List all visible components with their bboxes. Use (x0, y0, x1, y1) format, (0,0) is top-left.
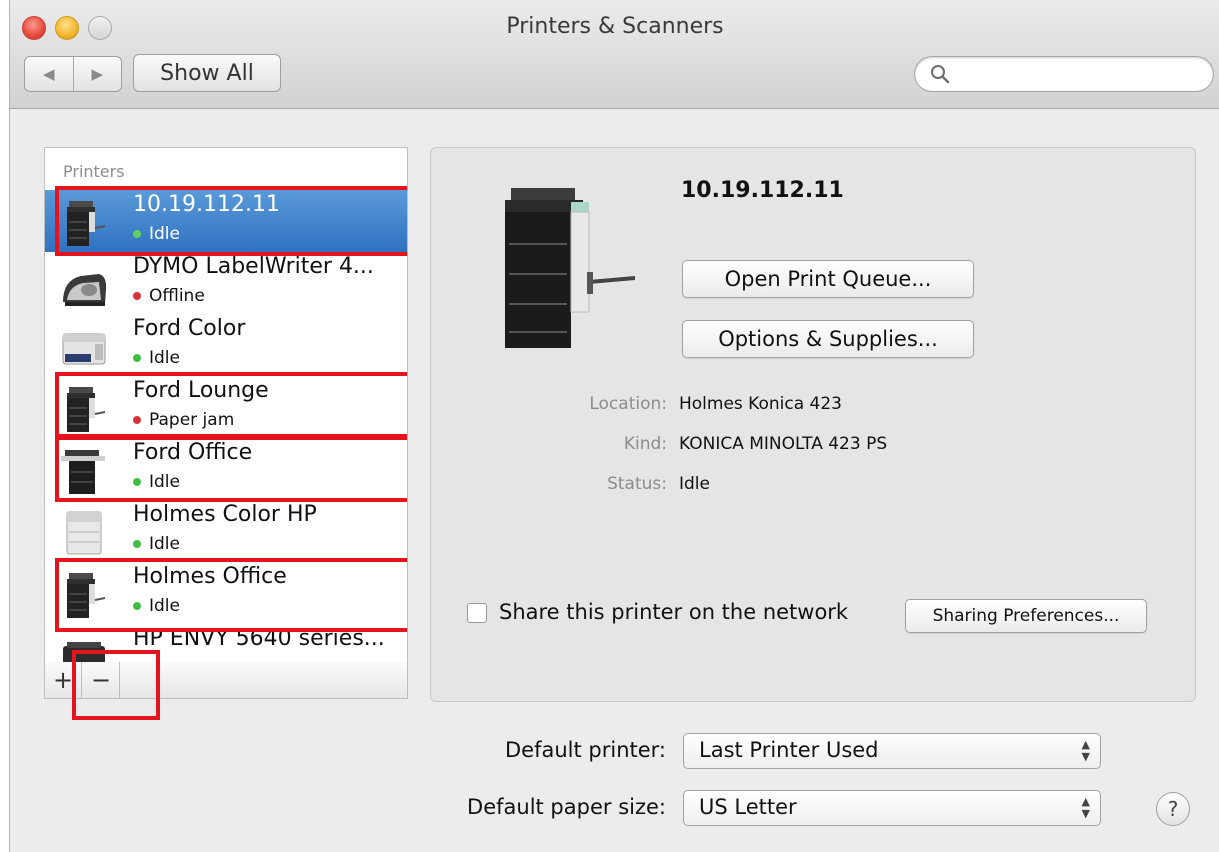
printer-status: Idle (133, 596, 180, 616)
inkjet-printer-icon (63, 642, 105, 663)
kind-label: Kind: (623, 434, 667, 454)
share-printer-checkbox[interactable] (467, 603, 487, 623)
printer-name: Holmes Color HP (133, 502, 317, 527)
printer-status-text: Idle (149, 348, 180, 368)
status-value: Idle (679, 474, 710, 494)
search-icon (931, 65, 950, 84)
printer-status: Paper jam (133, 410, 234, 430)
printer-status-text: Idle (149, 596, 180, 616)
copier-icon (67, 387, 106, 432)
copier-icon (505, 188, 635, 348)
printer-status-text: Idle (149, 224, 180, 244)
laser-printer-icon (62, 333, 106, 365)
printer-row-holmes-color-hp[interactable]: Holmes Color HP Idle (45, 500, 407, 562)
default-printer-label: Default printer: (504, 738, 666, 762)
status-dot-icon (133, 354, 141, 362)
updown-arrows-icon: ▲ ▼ (1081, 738, 1090, 763)
show-all-button[interactable]: Show All (133, 54, 281, 92)
search-input[interactable] (955, 61, 1199, 89)
printer-status-text: Offline (149, 286, 205, 306)
default-paper-size-select[interactable]: US Letter ▲ ▼ (683, 790, 1101, 826)
share-printer-label[interactable]: Share this printer on the network (499, 600, 848, 624)
printer-row-ford-color[interactable]: Ford Color Idle (45, 314, 407, 376)
back-arrow-icon[interactable]: ◀ (25, 57, 73, 91)
toolbar: Printers & Scanners ◀ ▶ Show All (10, 0, 1219, 109)
help-button[interactable]: ? (1156, 792, 1190, 826)
open-print-queue-button[interactable]: Open Print Queue... (682, 260, 974, 298)
printer-list[interactable]: Printers 10.19.112.11 Idle DYMO LabelWri… (44, 147, 408, 664)
location-label: Location: (589, 394, 667, 414)
printer-name: Holmes Office (133, 564, 287, 589)
default-printer-value: Last Printer Used (699, 738, 879, 762)
printer-name: HP ENVY 5640 series... (133, 626, 385, 651)
printer-row-ford-office[interactable]: Ford Office Idle (45, 438, 407, 500)
printer-row-10-19-112-11[interactable]: 10.19.112.11 Idle (45, 190, 407, 252)
printer-row-ford-lounge[interactable]: Ford Lounge Paper jam (45, 376, 407, 438)
forward-arrow-icon[interactable]: ▶ (72, 57, 122, 91)
printer-status-text: Idle (149, 534, 180, 554)
printer-status: Idle (133, 224, 180, 244)
paper-size-value: US Letter (699, 795, 797, 819)
printer-status-text: Idle (149, 472, 180, 492)
status-dot-icon (133, 478, 141, 486)
printer-detail-panel: 10.19.112.11 Open Print Queue... Options… (430, 147, 1196, 702)
navigation-buttons: ◀ ▶ (24, 56, 122, 92)
copier-icon (67, 573, 106, 618)
default-printer-select[interactable]: Last Printer Used ▲ ▼ (683, 733, 1101, 769)
printer-status: Idle (133, 472, 180, 492)
search-field[interactable] (914, 56, 1214, 92)
add-printer-button[interactable]: + (45, 662, 82, 698)
location-value: Holmes Konica 423 (679, 394, 843, 414)
printer-status: Offline (133, 286, 205, 306)
laser-printer-icon (66, 511, 102, 555)
status-dot-icon (133, 602, 141, 610)
copier-icon (67, 201, 106, 246)
printers-scanners-window: Printers & Scanners ◀ ▶ Show All Printer… (9, 0, 1219, 852)
default-paper-size-label: Default paper size: (467, 795, 666, 819)
printer-status: Idle (133, 534, 180, 554)
printer-name: Ford Office (133, 440, 253, 465)
status-dot-icon (133, 292, 141, 300)
status-dot-icon (133, 230, 141, 238)
copier-icon (61, 450, 105, 494)
printer-row-hp-envy-5640[interactable]: HP ENVY 5640 series... (45, 624, 407, 663)
printer-name: DYMO LabelWriter 4... (133, 254, 374, 279)
label-printer-icon (63, 274, 107, 306)
status-label: Status: (607, 474, 667, 494)
printer-name: Ford Lounge (133, 378, 269, 403)
printers-section-header: Printers (63, 162, 125, 181)
printer-row-dymo-labelwriter[interactable]: DYMO LabelWriter 4... Offline (45, 252, 407, 314)
printer-list-footer: + − (44, 662, 408, 699)
window-title: Printers & Scanners (506, 14, 724, 39)
printer-status: Idle (133, 348, 180, 368)
printer-name: 10.19.112.11 (133, 192, 280, 217)
status-dot-icon (133, 416, 141, 424)
printer-row-holmes-office[interactable]: Holmes Office Idle (45, 562, 407, 624)
printer-status-text: Paper jam (149, 410, 235, 430)
printer-detail-title: 10.19.112.11 (681, 178, 844, 203)
sharing-preferences-button[interactable]: Sharing Preferences... (905, 599, 1147, 633)
status-dot-icon (133, 540, 141, 548)
printer-name: Ford Color (133, 316, 246, 341)
options-supplies-button[interactable]: Options & Supplies... (682, 320, 974, 358)
updown-arrows-icon: ▲ ▼ (1081, 795, 1090, 820)
remove-printer-button[interactable]: − (83, 662, 120, 698)
kind-value: KONICA MINOLTA 423 PS (679, 434, 888, 454)
